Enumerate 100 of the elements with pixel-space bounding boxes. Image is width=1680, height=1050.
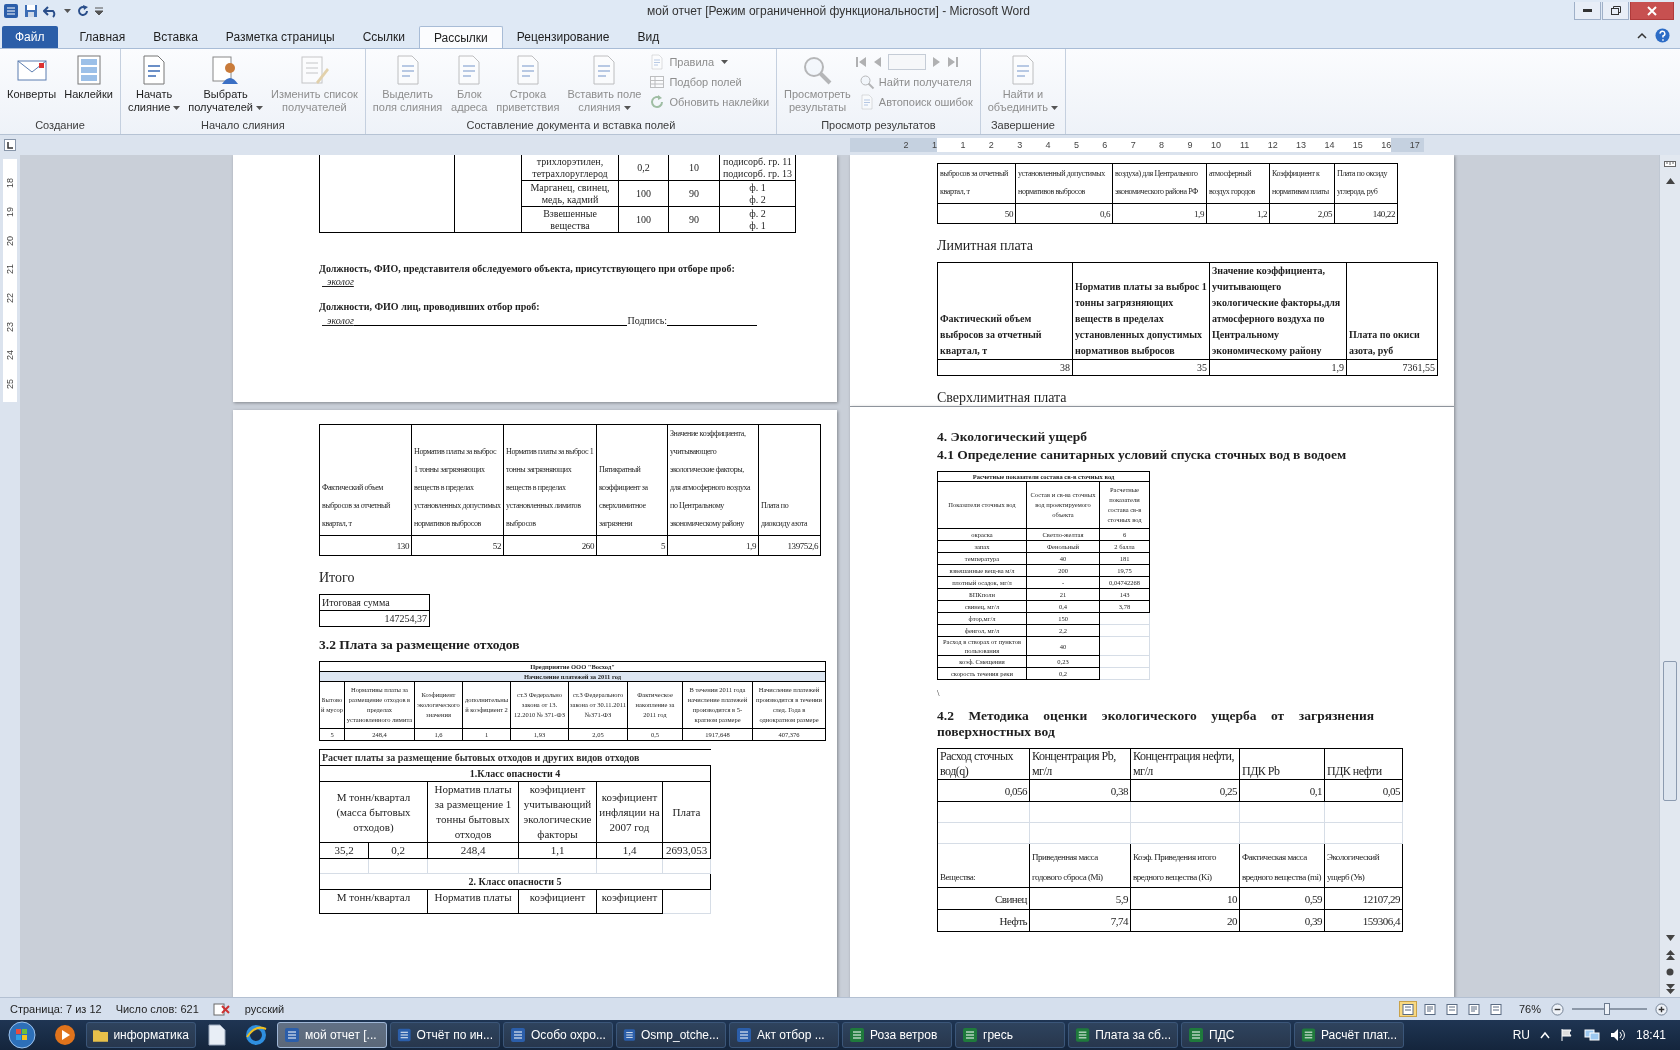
collapse-ribbon-icon[interactable]	[1637, 32, 1647, 39]
app-icon[interactable]	[3, 3, 19, 19]
ribbon-tab[interactable]: Файл	[2, 26, 58, 48]
taskbar-button[interactable]: ПДС	[1181, 1022, 1291, 1048]
search-icon	[801, 54, 834, 86]
ribbon-button[interactable]: Наклейки	[61, 52, 116, 103]
taskbar-button[interactable]: Роза ветров	[842, 1022, 952, 1048]
empty-cell	[1100, 613, 1150, 625]
window-title: мой отчет [Режим ограниченной функциональности] - Microsoft Word	[646, 4, 1031, 18]
scroll-down-icon[interactable]	[1665, 934, 1675, 941]
table-cell: 5,9	[1030, 888, 1131, 910]
paragraph: Итого	[319, 570, 356, 586]
next-page-icon[interactable]	[1665, 983, 1675, 994]
network-icon[interactable]	[1583, 1028, 1600, 1042]
customize-toolbar-icon[interactable]	[95, 7, 103, 15]
flag-icon[interactable]	[1559, 1028, 1574, 1042]
field-label: Должность, ФИО, представителя обследуемого объекта, присутствующего при отборе проб:	[319, 263, 736, 274]
close-button[interactable]	[1630, 2, 1674, 20]
table-cell: 90	[669, 181, 720, 207]
empty-cell	[369, 859, 428, 874]
ruler-number: 7	[1129, 139, 1136, 152]
ruler-number: 12	[1266, 139, 1278, 152]
table-cell: 35,2	[320, 843, 369, 859]
ribbon-tab[interactable]: Вставка	[139, 26, 212, 48]
ribbon-tab[interactable]: Рассылки	[418, 26, 503, 48]
ribbon-button[interactable]: Начать слияние	[124, 52, 184, 116]
word-count[interactable]: Число слов: 621	[115, 1003, 199, 1015]
view-button[interactable]	[1398, 1001, 1417, 1017]
caret-icon[interactable]	[64, 9, 71, 13]
help-icon[interactable]	[1655, 28, 1670, 43]
browse-object-icon[interactable]	[1666, 967, 1674, 976]
document-icon	[1075, 1027, 1091, 1043]
section-heading: 4. Экологический ущерб	[937, 429, 1088, 445]
column-header: выбросов за отчетный квартал, т	[938, 164, 1016, 204]
volume-icon[interactable]	[1609, 1028, 1626, 1042]
browser-icon[interactable]	[245, 1024, 267, 1046]
ribbon-tab[interactable]: Разметка страницы	[211, 26, 349, 48]
ribbon-tab[interactable]: Рецензирование	[502, 26, 624, 48]
ruler-number: 11	[1238, 139, 1250, 152]
restore-button[interactable]	[1602, 2, 1629, 20]
column-header: Норматив платы	[428, 890, 519, 914]
column-header: Плата по окиси азота, руб	[1347, 263, 1438, 360]
page-count[interactable]: Страница: 7 из 12	[10, 1003, 102, 1015]
document-icon[interactable]	[208, 1024, 226, 1046]
taskbar-button[interactable]: Osmp_otche...	[616, 1022, 726, 1048]
record-number-field[interactable]	[887, 54, 926, 70]
taskbar-button[interactable]: Особо охро...	[503, 1022, 613, 1048]
ribbon-tab[interactable]: Главная	[65, 26, 140, 48]
table-cell: 0,2	[369, 843, 428, 859]
taskbar-button[interactable]: информатика	[86, 1022, 196, 1048]
taskbar-button[interactable]: Отчёт по ин...	[390, 1022, 500, 1048]
input-language[interactable]: RU	[1512, 1028, 1530, 1042]
taskbar-button[interactable]: Акт отбор ...	[729, 1022, 839, 1048]
list-icon	[298, 54, 331, 86]
document-icon	[962, 1027, 978, 1043]
empty-cell	[663, 890, 711, 914]
table-cell: 1,1	[519, 843, 597, 859]
clock[interactable]: 18:41	[1635, 1028, 1666, 1042]
table-cell: 50	[938, 204, 1016, 224]
scrollbar-thumb[interactable]	[1663, 661, 1677, 801]
zoom-out-icon[interactable]	[1551, 1002, 1564, 1016]
save-icon[interactable]	[24, 4, 38, 18]
ruler-number: 14	[1323, 139, 1335, 152]
ribbon-tab[interactable]: Вид	[623, 26, 674, 48]
table-cell: 139752,6	[759, 536, 821, 556]
document-icon	[858, 94, 875, 110]
column-header: Концентрация нефти, мг/л	[1131, 749, 1240, 780]
taskbar-button[interactable]: Расчёт плат...	[1294, 1022, 1404, 1048]
column-header: коэфициент	[519, 890, 597, 914]
column-header: Фактический объем выбросов за отчетный квартал, т	[320, 425, 412, 536]
previous-page-icon[interactable]	[1665, 949, 1675, 960]
tab-stop-icon[interactable]	[4, 139, 16, 151]
taskbar-button[interactable]: гресь	[955, 1022, 1065, 1048]
vertical-ruler[interactable]: 18 19 20 21 22 23 24 25	[3, 159, 17, 402]
column-header: воздуха) для Центрального экономического района РФ	[1113, 164, 1207, 204]
minimize-button[interactable]	[1574, 2, 1601, 20]
document-icon	[736, 1027, 752, 1043]
language-indicator[interactable]: русский	[244, 1003, 285, 1015]
column-header: М тонн/квартал	[320, 890, 428, 914]
ruler-number: 1	[959, 139, 966, 152]
taskbar-button[interactable]: мой отчет [...	[277, 1022, 387, 1048]
start-button[interactable]	[7, 1021, 37, 1049]
zoom-level[interactable]: 76%	[1518, 1003, 1541, 1015]
ruler-number: 19	[5, 207, 15, 218]
media-player-icon[interactable]	[54, 1024, 76, 1046]
scroll-up-icon[interactable]	[1665, 177, 1675, 184]
column-header: Норматив платы за размещение 1 тонны бытовых отходов	[428, 782, 519, 843]
taskbar-button[interactable]: Плата за сб...	[1068, 1022, 1178, 1048]
empty-cell	[1100, 625, 1150, 637]
table-cell: 0,6	[1016, 204, 1113, 224]
ribbon-button[interactable]: Выбрать получателей	[185, 52, 266, 116]
zoom-in-icon[interactable]	[1655, 1002, 1668, 1016]
page-view-icon	[1445, 1003, 1458, 1015]
slider-thumb[interactable]	[1603, 1003, 1610, 1015]
spelling-icon[interactable]	[212, 1002, 231, 1016]
ribbon-tab[interactable]: Ссылки	[348, 26, 419, 48]
column-header: Расход сточных вод(q)	[938, 749, 1030, 780]
group-label: Создание	[34, 119, 86, 133]
redo-icon[interactable]	[76, 4, 90, 18]
ribbon-button[interactable]: Конверты	[4, 52, 60, 103]
